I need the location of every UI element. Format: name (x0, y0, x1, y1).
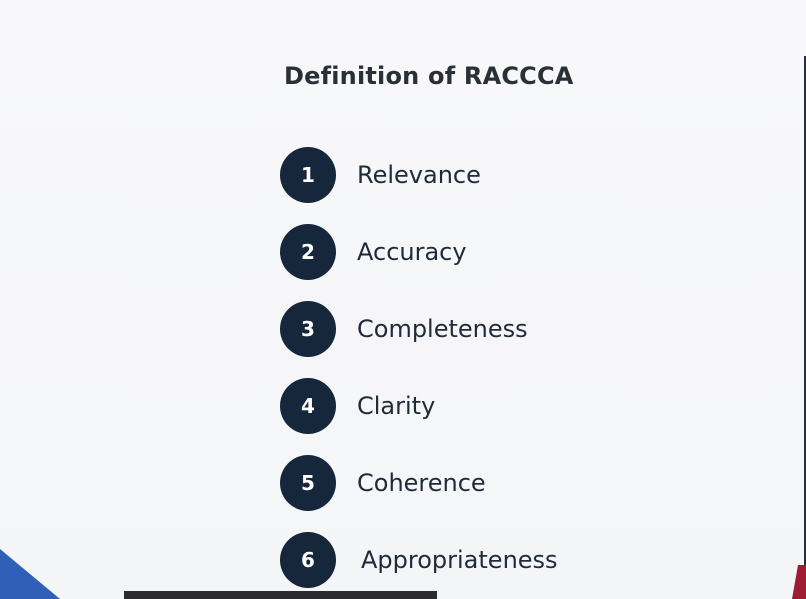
list-item-label: Clarity (357, 392, 436, 420)
slide: Definition of RACCCA 1 Relevance 2 Accur… (0, 0, 806, 599)
number-badge: 6 (280, 532, 336, 588)
list-item-label: Appropriateness (361, 546, 558, 574)
definition-list: 1 Relevance 2 Accuracy 3 Completeness 4 … (0, 0, 806, 599)
number-badge: 1 (280, 147, 336, 203)
list-item-label: Completeness (357, 315, 528, 343)
bottom-caption-bar (124, 591, 437, 599)
number-badge: 3 (280, 301, 336, 357)
blue-corner-shape (0, 549, 60, 599)
number-badge: 5 (280, 455, 336, 511)
number-badge: 2 (280, 224, 336, 280)
number-badge: 4 (280, 378, 336, 434)
list-item-label: Accuracy (357, 238, 467, 266)
red-logo-fragment (792, 565, 806, 599)
list-item-label: Relevance (357, 161, 481, 189)
list-item-label: Coherence (357, 469, 486, 497)
